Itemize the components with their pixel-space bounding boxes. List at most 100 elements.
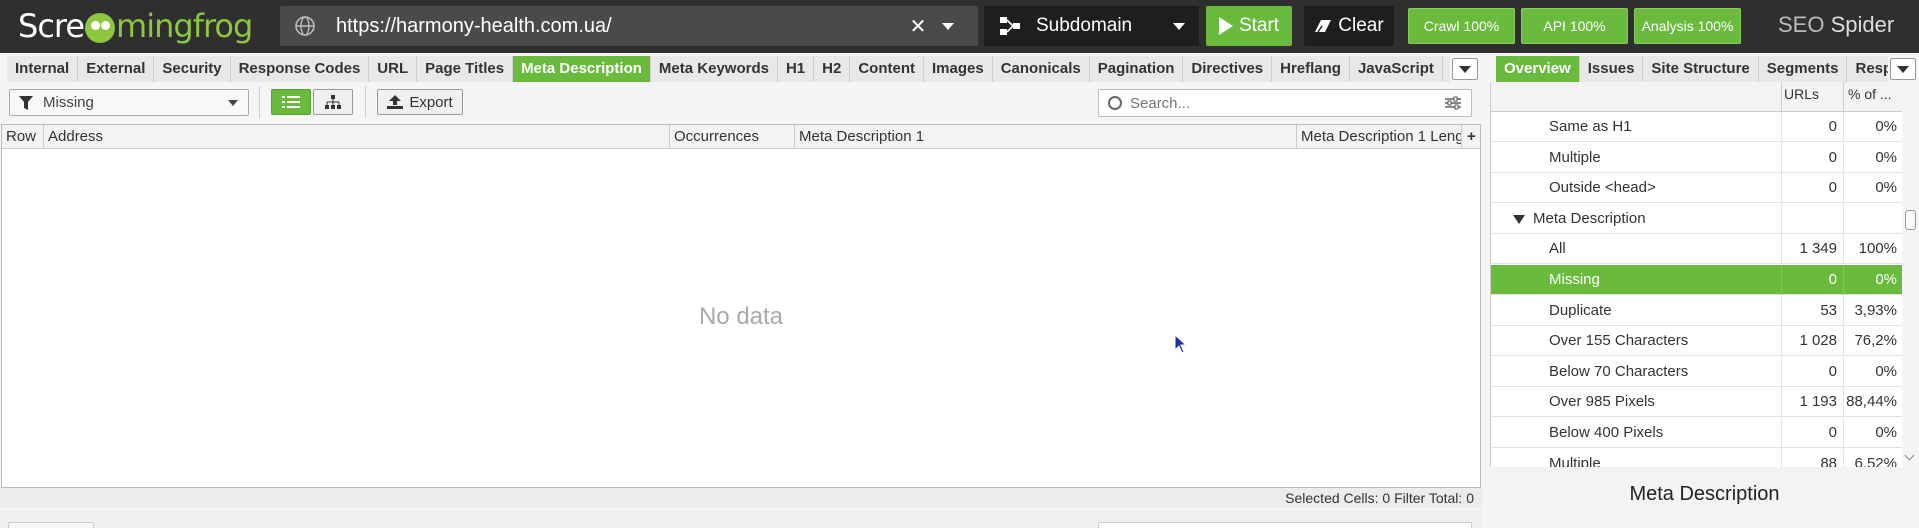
tab-links[interactable]: Links [1442,56,1450,82]
tab-directives[interactable]: Directives [1183,56,1273,82]
column-header-urls[interactable]: URLs [1781,82,1843,112]
overview-row[interactable]: Over 985 Pixels 1 193 88,44% [1491,387,1903,418]
clear-url-icon[interactable]: ✕ [908,14,928,39]
filter-value: Missing [43,94,94,111]
overview-row[interactable]: All 1 349 100% [1491,234,1903,265]
overview-row-urls: 0 [1781,142,1843,173]
overview-row-urls: 1 193 [1781,387,1843,418]
search-input[interactable] [1130,94,1445,112]
results-table[interactable]: Row Address Occurrences Meta Description… [1,124,1481,488]
right-panel-tabs: Overview Issues Site Structure Segments Resp… [1496,56,1888,82]
overview-row-percent: 100% [1843,234,1903,265]
chevron-down-icon [1173,22,1185,30]
more-right-tabs-button[interactable] [1890,58,1916,80]
overview-row-percent [1843,203,1903,234]
tab-segments[interactable]: Segments [1758,56,1848,82]
overview-row-label: Same as H1 [1549,118,1632,135]
list-view-button[interactable] [271,89,311,115]
overview-row[interactable]: Outside <head> 0 0% [1491,173,1903,204]
table-header: Row Address Occurrences Meta Description… [2,125,1480,149]
overview-row-label: Missing [1549,271,1600,288]
tab-javascript[interactable]: JavaScript [1349,56,1443,82]
tab-issues[interactable]: Issues [1579,56,1644,82]
overview-group-row[interactable]: Meta Description [1491,203,1903,234]
overview-row-percent: 88,44% [1843,387,1903,418]
tab-internal[interactable]: Internal [7,56,79,82]
column-header-meta-description-1-length[interactable]: Meta Description 1 Length [1297,125,1462,149]
crawl-mode-select[interactable]: Subdomain [984,6,1199,46]
tab-h1[interactable]: H1 [777,56,815,82]
overview-row[interactable]: Duplicate 53 3,93% [1491,295,1903,326]
start-button[interactable]: Start [1206,6,1292,46]
overview-row[interactable]: Over 155 Characters 1 028 76,2% [1491,326,1903,357]
tab-page-titles[interactable]: Page Titles [417,56,514,82]
search-options-icon[interactable] [1445,96,1461,110]
crawl-progress-button[interactable]: Crawl 100% [1408,8,1515,44]
expand-triangle-icon[interactable] [1513,214,1525,224]
tree-view-button[interactable] [313,89,353,115]
lower-pane-search[interactable] [1098,522,1472,528]
add-column-icon[interactable]: + [1462,125,1480,149]
overview-row-urls: 0 [1781,112,1843,142]
chevron-down-icon [1459,65,1471,73]
tab-site-structure[interactable]: Site Structure [1643,56,1759,82]
list-icon [282,96,300,108]
tab-pagination[interactable]: Pagination [1089,56,1184,82]
overview-row-percent: 3,93% [1843,295,1903,326]
tab-meta-keywords[interactable]: Meta Keywords [650,56,778,82]
overview-row[interactable]: Missing 0 0% [1491,265,1903,295]
tab-content[interactable]: Content [850,56,924,82]
overview-row[interactable]: Multiple 0 0% [1491,142,1903,173]
column-header-address[interactable]: Address [44,125,670,149]
tab-external[interactable]: External [78,56,155,82]
overview-row-label: Duplicate [1549,301,1612,319]
status-text: Selected Cells: 0 Filter Total: 0 [1285,490,1474,506]
tab-security[interactable]: Security [154,56,231,82]
clear-button[interactable]: Clear [1304,6,1394,46]
tab-url[interactable]: URL [369,56,418,82]
overview-row-percent: 0% [1843,356,1903,387]
column-header-occurrences[interactable]: Occurrences [670,125,795,149]
main-tabs: Internal External Security Response Codes UR… [7,56,1450,82]
tab-response-codes[interactable]: Response Codes [230,56,370,82]
overview-row[interactable]: Below 400 Pixels 0 0% [1491,418,1903,448]
tab-overview[interactable]: Overview [1496,56,1580,82]
chevron-down-icon[interactable] [1904,450,1915,461]
overview-row-urls: 1 028 [1781,326,1843,357]
scrollbar-thumb[interactable] [1905,210,1916,230]
lower-pane-select[interactable] [8,522,94,528]
export-button[interactable]: Export [377,89,463,115]
overview-row-label: Multiple [1549,148,1601,166]
column-header-meta-description-1[interactable]: Meta Description 1 [795,125,1297,149]
api-progress-button[interactable]: API 100% [1521,8,1628,44]
overview-row-percent: 76,2% [1843,326,1903,357]
overview-row-label: Below 400 Pixels [1549,424,1664,441]
status-bar: Selected Cells: 0 Filter Total: 0 [0,488,1482,508]
tab-meta-description[interactable]: Meta Description [513,56,651,82]
analysis-progress-button[interactable]: Analysis 100% [1634,8,1741,44]
tab-canonicals[interactable]: Canonicals [992,56,1090,82]
overview-row-label: Over 155 Characters [1549,332,1689,350]
tab-hreflang[interactable]: Hreflang [1272,56,1350,82]
search-box[interactable] [1098,89,1472,117]
crawl-mode-value: Subdomain [1036,15,1133,36]
url-value[interactable]: https://harmony-health.com.ua/ [336,15,908,38]
overview-row[interactable]: Same as H1 0 0% [1491,112,1903,142]
column-header-row[interactable]: Row [2,125,44,149]
tab-images[interactable]: Images [924,56,993,82]
sitemap-icon [1000,17,1020,35]
more-tabs-button[interactable] [1452,58,1478,80]
globe-icon [295,16,315,36]
overview-row-percent: 0% [1843,142,1903,173]
overview-scrollbar[interactable] [1902,82,1919,467]
filter-select[interactable]: Missing [9,89,249,116]
url-history-dropdown-icon[interactable] [942,22,954,30]
tab-respon[interactable]: Respon [1847,56,1888,82]
overview-row-percent: 0% [1843,265,1903,295]
column-header-percent[interactable]: % of ... [1843,82,1903,112]
tab-h2[interactable]: H2 [814,56,851,82]
overview-row-label: All [1549,240,1566,258]
overview-row[interactable]: Below 70 Characters 0 0% [1491,356,1903,387]
url-input[interactable]: https://harmony-health.com.ua/ ✕ [280,6,978,46]
eraser-icon [1315,20,1332,33]
